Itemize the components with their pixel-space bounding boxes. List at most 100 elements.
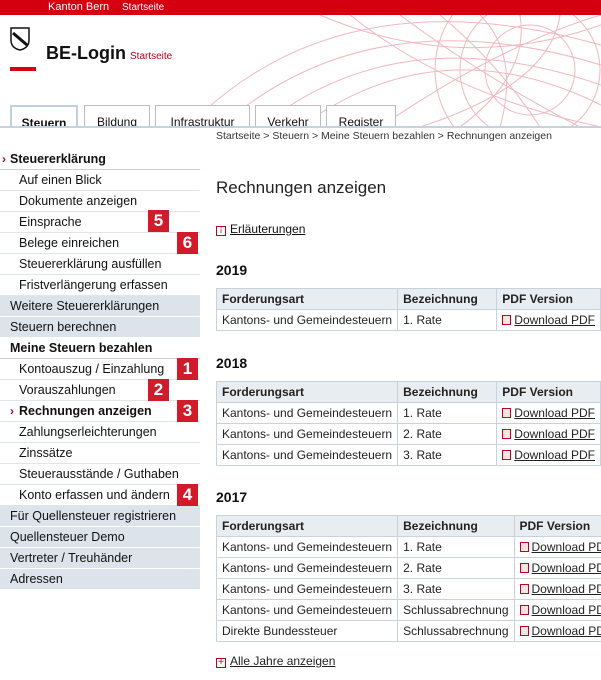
sidebar-item-quellensteuer-demo[interactable]: Quellensteuer Demo	[0, 527, 200, 548]
pdf-icon	[502, 315, 512, 325]
sidebar-item-belege-einreichen[interactable]: Belege einreichen	[0, 233, 200, 254]
column-header: Forderungsart	[215, 288, 399, 310]
app-title: BE-Login	[46, 43, 126, 63]
sidebar-item-label: Steuererklärung	[10, 152, 106, 166]
alle-jahre-link[interactable]: + Alle Jahre anzeigen	[216, 654, 335, 668]
table-header-row: Forderungsart Bezeichnung PDF Version	[215, 515, 601, 537]
sidebar-item-auf-einen-blick[interactable]: Auf einen Blick	[0, 170, 200, 191]
download-pdf-cell: Download PDF	[513, 557, 601, 579]
column-header: Forderungsart	[215, 381, 399, 403]
tab-steuern[interactable]: Steuern	[10, 105, 78, 127]
download-pdf-cell: Download PDF	[496, 309, 601, 331]
table-cell: 3. Rate	[397, 444, 498, 466]
table-row: Kantons- und Gemeindesteuern Schlussabre…	[215, 599, 601, 621]
download-pdf-link[interactable]: Download PDF	[532, 582, 601, 596]
kanton-bern-link[interactable]: Kanton Bern	[48, 0, 109, 15]
download-pdf-cell: Download PDF	[513, 620, 601, 642]
download-pdf-cell: Download PDF	[513, 578, 601, 600]
table-cell: 2. Rate	[397, 557, 515, 579]
table-cell: Direkte Bundessteuer	[215, 620, 399, 642]
sidebar-item-weitere-steuererklaerungen[interactable]: Weitere Steuererklärungen	[0, 296, 200, 317]
table-row: Kantons- und Gemeindesteuern 2. Rate Dow…	[215, 557, 601, 579]
annotation-badge-4: 4	[177, 484, 198, 506]
table-cell: Kantons- und Gemeindesteuern	[215, 599, 399, 621]
download-pdf-link[interactable]: Download PDF	[514, 313, 595, 327]
table-cell: Kantons- und Gemeindesteuern	[215, 402, 399, 424]
download-pdf-cell: Download PDF	[513, 536, 601, 558]
sidebar-item-vertreter[interactable]: Vertreter / Treuhänder	[0, 548, 200, 569]
invoice-table: Forderungsart Bezeichnung PDF Version Ka…	[215, 381, 601, 466]
tab-infrastruktur[interactable]: Infrastruktur	[155, 105, 250, 127]
topbar-startseite-link[interactable]: Startseite	[122, 0, 164, 15]
sidebar-item-label: Rechnungen anzeigen	[19, 404, 152, 418]
sidebar-item-zinssaetze[interactable]: Zinssätze	[0, 443, 200, 464]
sidebar-item-rechnungen-anzeigen[interactable]: › Rechnungen anzeigen	[0, 401, 200, 422]
sidebar-item-steuern-berechnen[interactable]: Steuern berechnen	[0, 317, 200, 338]
pdf-icon	[519, 563, 529, 573]
column-header: PDF Version	[496, 288, 601, 310]
table-header-row: Forderungsart Bezeichnung PDF Version	[215, 381, 601, 403]
column-header: Bezeichnung	[397, 288, 498, 310]
sidebar-item-adressen[interactable]: Adressen	[0, 569, 200, 590]
column-header: Bezeichnung	[397, 515, 515, 537]
sidebar-item-steuererklaerung-ausfuellen[interactable]: Steuererklärung ausfüllen	[0, 254, 200, 275]
info-icon: i	[216, 226, 226, 236]
alle-jahre-label: Alle Jahre anzeigen	[230, 654, 336, 668]
tab-register[interactable]: Register	[326, 105, 396, 127]
header-startseite-link[interactable]: Startseite	[130, 51, 172, 62]
sidebar-item-fristverlaengerung[interactable]: Fristverlängerung erfassen	[0, 275, 200, 296]
table-cell: 1. Rate	[397, 402, 498, 424]
active-arrow-icon: ›	[10, 404, 14, 418]
pdf-icon	[519, 584, 529, 594]
download-pdf-link[interactable]: Download PDF	[532, 603, 601, 617]
tab-verkehr[interactable]: Verkehr	[255, 105, 321, 127]
pdf-icon	[519, 626, 529, 636]
annotation-badge-6: 6	[177, 232, 198, 254]
column-header: Forderungsart	[215, 515, 399, 537]
table-cell: Kantons- und Gemeindesteuern	[215, 557, 399, 579]
active-arrow-icon: ›	[2, 152, 6, 166]
download-pdf-cell: Download PDF	[496, 423, 601, 445]
download-pdf-link[interactable]: Download PDF	[514, 448, 595, 462]
table-cell: Schlussabrechnung	[397, 599, 515, 621]
annotation-badge-5: 5	[148, 210, 169, 232]
sidebar-item-steuererklaerung[interactable]: › Steuererklärung	[0, 149, 200, 170]
table-cell: Kantons- und Gemeindesteuern	[215, 423, 399, 445]
table-cell: 1. Rate	[397, 309, 498, 331]
download-pdf-link[interactable]: Download PDF	[532, 540, 601, 554]
page-title: Rechnungen anzeigen	[216, 178, 387, 197]
download-pdf-cell: Download PDF	[496, 402, 601, 424]
download-pdf-link[interactable]: Download PDF	[514, 406, 595, 420]
download-pdf-link[interactable]: Download PDF	[532, 624, 601, 638]
sidebar-item-vorauszahlungen[interactable]: Vorauszahlungen	[0, 380, 200, 401]
sidebar-item-steuerausstaende[interactable]: Steuerausstände / Guthaben	[0, 464, 200, 485]
table-row: Kantons- und Gemeindesteuern 3. Rate Dow…	[215, 578, 601, 600]
pdf-icon	[502, 408, 512, 418]
pdf-icon	[519, 542, 529, 552]
erlaeuterungen-link[interactable]: i Erläuterungen	[216, 222, 305, 236]
download-pdf-cell: Download PDF	[513, 599, 601, 621]
table-cell: 3. Rate	[397, 578, 515, 600]
sidebar-item-einsprache[interactable]: Einsprache	[0, 212, 200, 233]
table-cell: Schlussabrechnung	[397, 620, 515, 642]
table-row: Direkte Bundessteuer Schlussabrechnung D…	[215, 620, 601, 642]
download-pdf-cell: Download PDF	[496, 444, 601, 466]
tab-bildung[interactable]: Bildung	[84, 105, 150, 127]
plus-icon: +	[216, 658, 226, 668]
table-row: Kantons- und Gemeindesteuern 1. Rate Dow…	[215, 402, 601, 424]
sidebar-item-konto-erfassen[interactable]: Konto erfassen und ändern	[0, 485, 200, 506]
sidebar-item-meine-steuern-bezahlen[interactable]: Meine Steuern bezahlen	[0, 338, 200, 359]
sidebar-item-zahlungserleichterungen[interactable]: Zahlungserleichterungen	[0, 422, 200, 443]
column-header: Bezeichnung	[397, 381, 498, 403]
download-pdf-link[interactable]: Download PDF	[532, 561, 601, 575]
table-cell: 2. Rate	[397, 423, 498, 445]
invoice-table: Forderungsart Bezeichnung PDF Version Ka…	[215, 288, 601, 331]
sidebar-item-quellensteuer-registrieren[interactable]: Für Quellensteuer registrieren	[0, 506, 200, 527]
pdf-icon	[502, 429, 512, 439]
year-heading: 2019	[216, 262, 248, 278]
sidebar-item-kontoauszug[interactable]: Kontoauszug / Einzahlung	[0, 359, 200, 380]
download-pdf-link[interactable]: Download PDF	[514, 427, 595, 441]
sidebar-item-dokumente-anzeigen[interactable]: Dokumente anzeigen	[0, 191, 200, 212]
breadcrumb: Startseite > Steuern > Meine Steuern bez…	[216, 130, 552, 142]
pdf-icon	[502, 450, 512, 460]
